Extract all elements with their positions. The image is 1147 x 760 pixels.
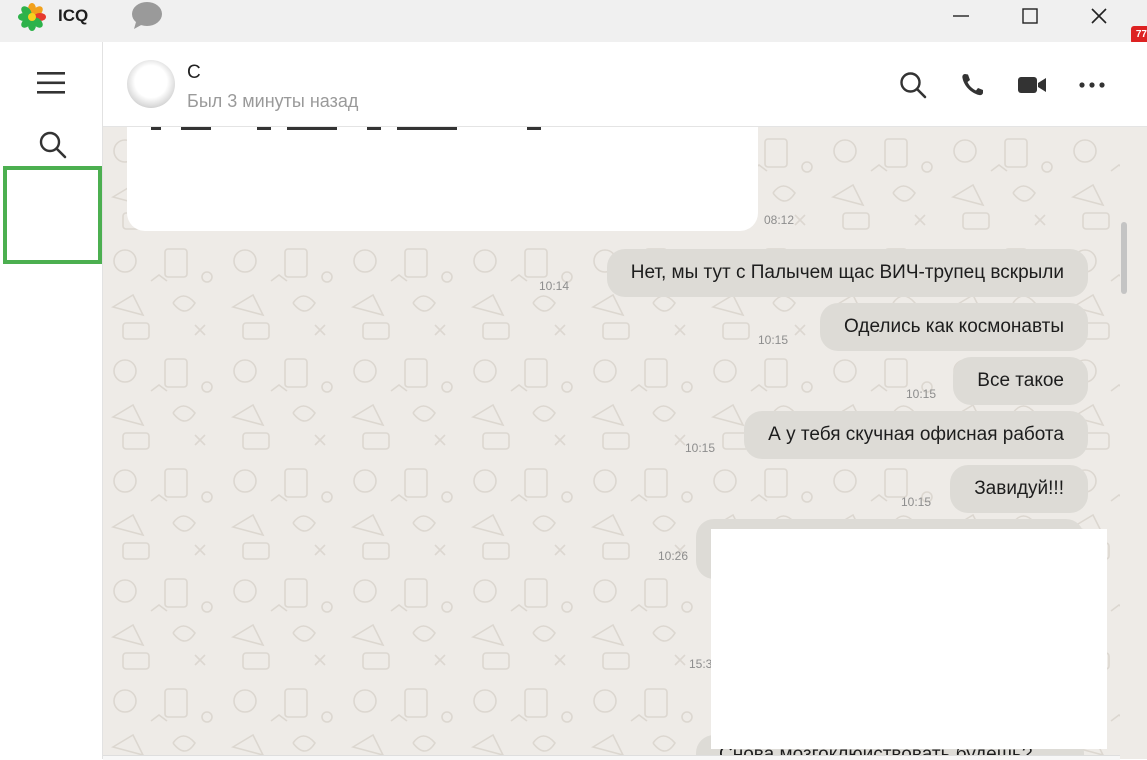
search-icon[interactable]: [898, 70, 928, 100]
outgoing-message-bubble[interactable]: А у тебя скучная офисная работа: [744, 411, 1088, 459]
search-icon[interactable]: [38, 130, 68, 160]
icq-flower-logo: [18, 3, 46, 31]
outgoing-message-bubble[interactable]: Оделись как космонавты: [820, 303, 1088, 351]
more-dots-icon[interactable]: [1077, 70, 1107, 100]
message-time: 15:3: [689, 657, 713, 671]
close-button[interactable]: [1069, 0, 1129, 32]
chat-bubble-icon[interactable]: [130, 1, 164, 31]
maximize-button[interactable]: [1000, 0, 1060, 32]
maximize-icon: [1022, 8, 1038, 24]
outgoing-message-bubble[interactable]: Все такое: [953, 357, 1088, 405]
hamburger-menu-icon[interactable]: [36, 70, 66, 96]
close-icon: [1091, 8, 1107, 24]
message-time: 10:15: [685, 441, 716, 455]
scrollbar-thumb[interactable]: [1121, 222, 1127, 294]
video-camera-icon[interactable]: [1017, 70, 1047, 100]
message-time: 08:12: [764, 213, 795, 227]
message-time: 10:15: [906, 387, 937, 401]
minimize-button[interactable]: [931, 0, 991, 32]
composer-edge: [103, 755, 1120, 760]
minimize-icon: [953, 15, 969, 17]
chat-header: С Был 3 минуты назад: [103, 42, 1147, 127]
left-navigation-rail: [0, 42, 103, 759]
phone-icon[interactable]: [958, 70, 988, 100]
selected-rail-item[interactable]: [3, 166, 102, 264]
message-time: 10:15: [758, 333, 789, 347]
message-time: 10:15: [901, 495, 932, 509]
contact-status: Был 3 минуты назад: [187, 91, 359, 111]
message-time: 10:14: [539, 279, 570, 293]
contact-name[interactable]: С: [187, 62, 201, 84]
outgoing-message-bubble[interactable]: Завидуй!!!: [950, 465, 1088, 513]
outgoing-message-bubble[interactable]: Нет, мы тут с Палычем щас ВИЧ-трупец вск…: [606, 249, 1088, 297]
media-attachment[interactable]: [711, 529, 1107, 749]
app-title: ICQ: [58, 6, 89, 25]
message-time: 10:26: [658, 549, 689, 563]
incoming-message-bubble[interactable]: [127, 127, 758, 231]
window-titlebar: ICQ 77: [0, 0, 1147, 44]
message-list[interactable]: 08:12 Нет, мы тут с Палычем щас ВИЧ-труп…: [103, 127, 1120, 759]
avatar[interactable]: [127, 60, 175, 108]
